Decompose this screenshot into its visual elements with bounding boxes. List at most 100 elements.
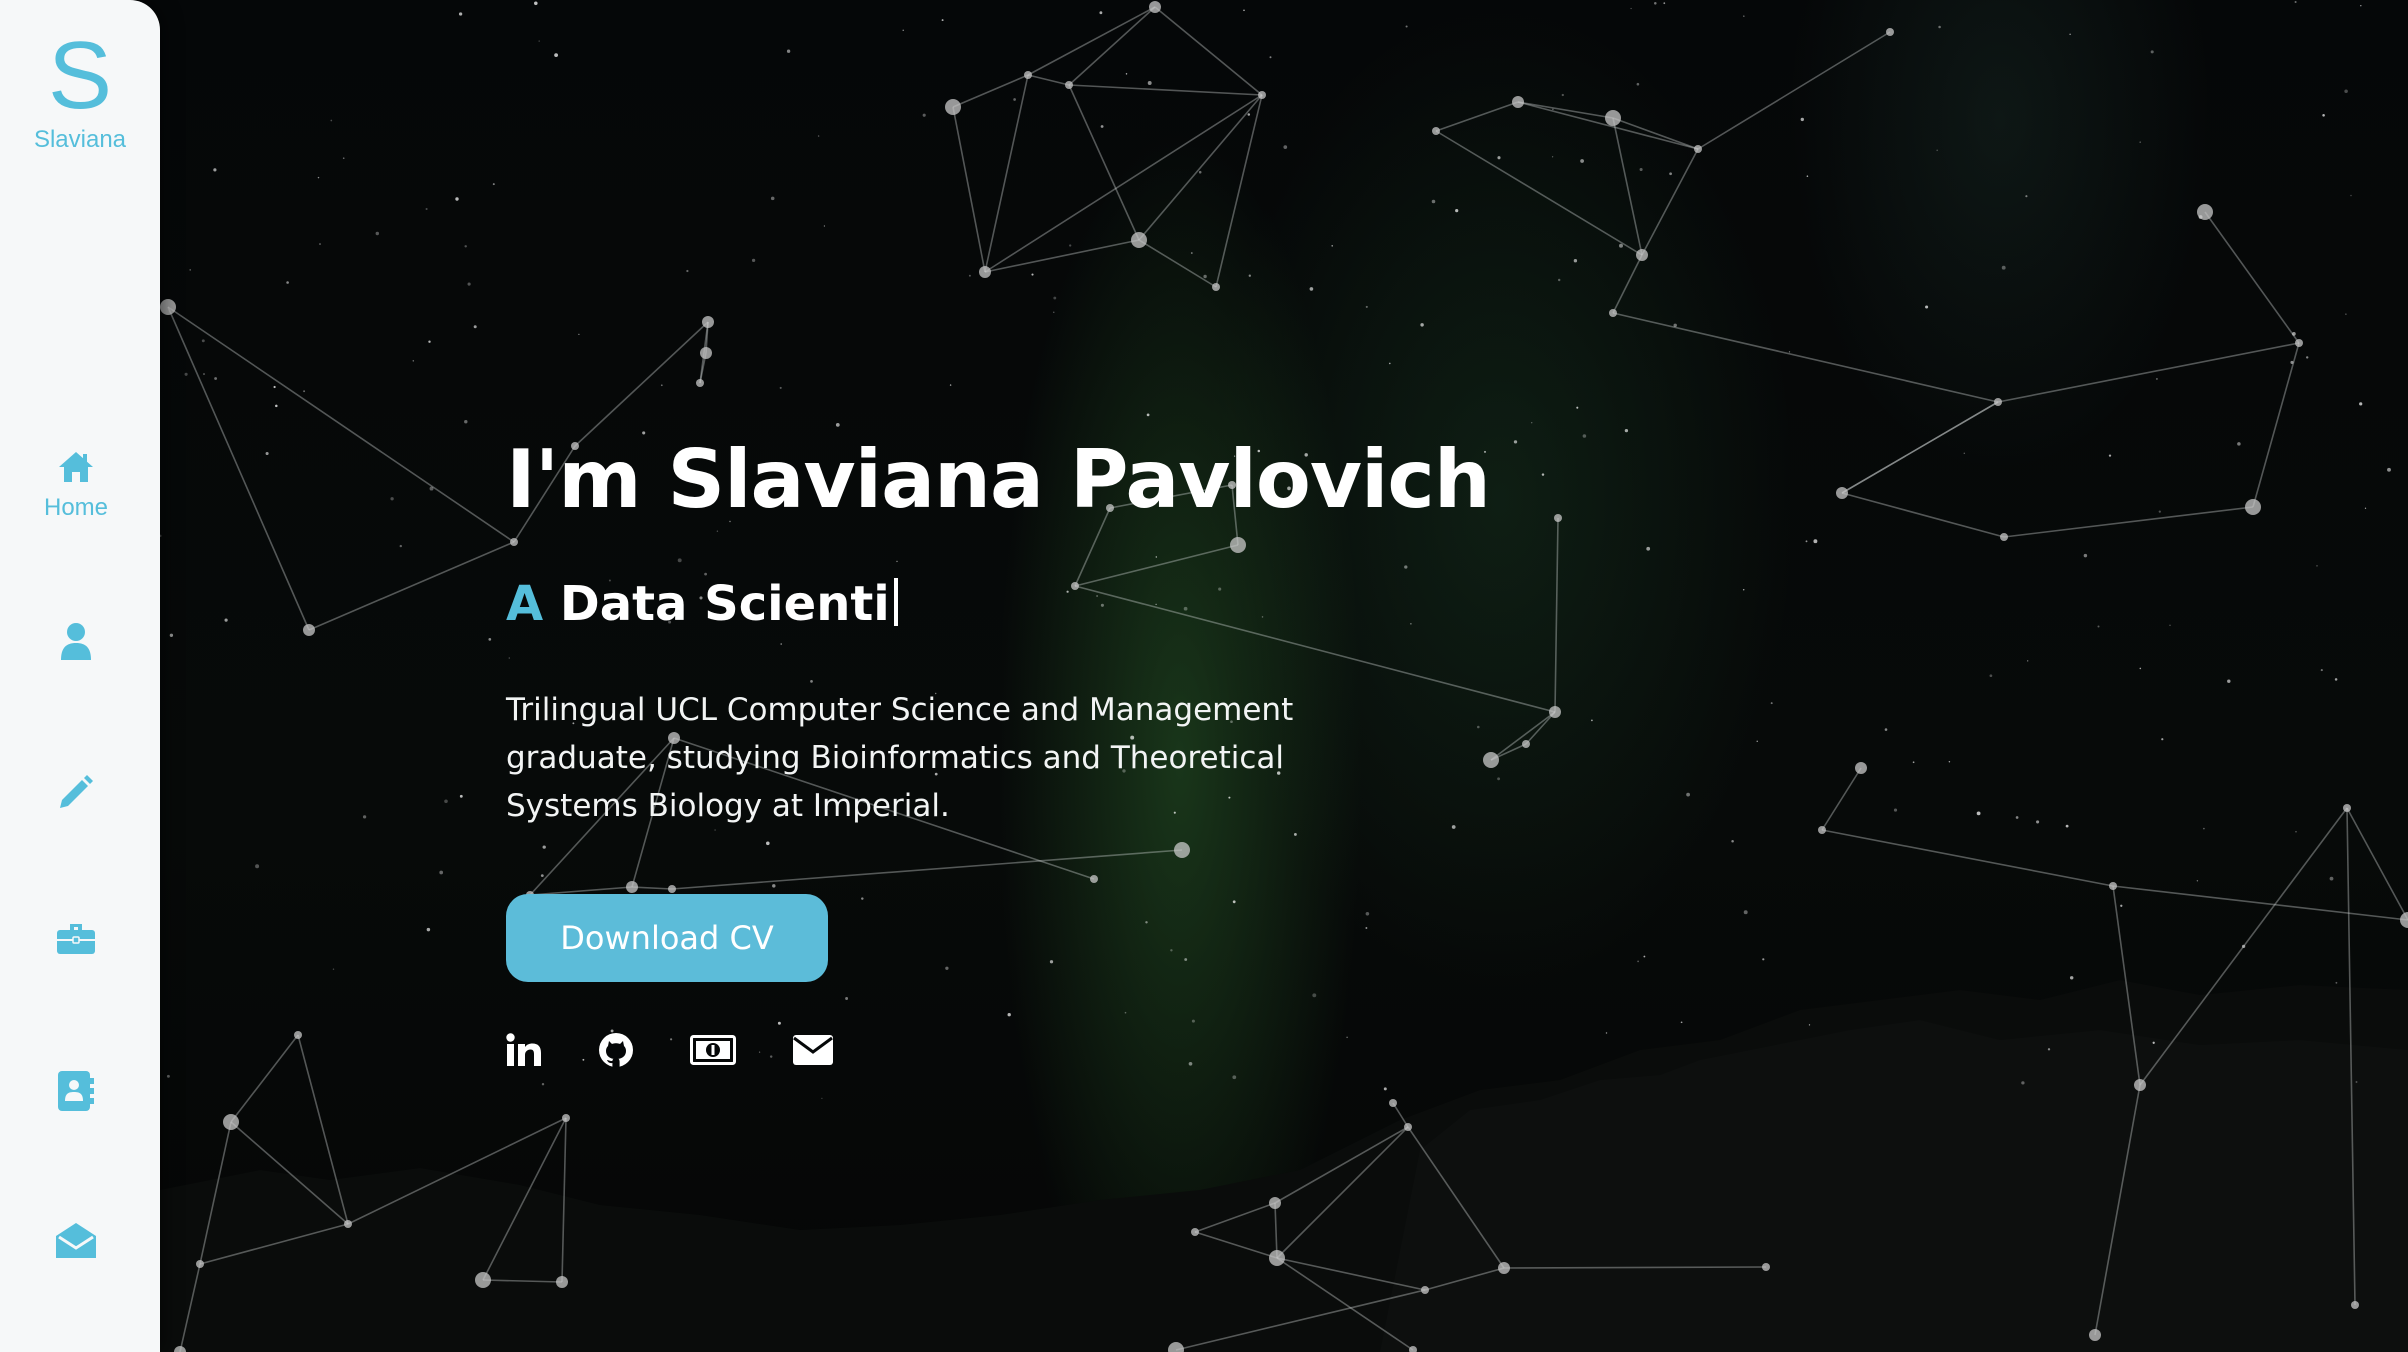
star: [686, 269, 689, 273]
network-node: [344, 1220, 352, 1228]
network-node: [294, 1031, 302, 1039]
network-node: [1389, 1099, 1397, 1107]
star: [303, 390, 306, 393]
network-edge: [2346, 807, 2356, 1306]
subtitle-typed-text: Data Scienti: [559, 576, 890, 632]
star: [488, 638, 492, 641]
star: [1431, 199, 1436, 204]
sidebar: S Slaviana Home: [0, 0, 160, 1352]
star: [2316, 565, 2318, 567]
sidebar-item-contacts[interactable]: [0, 1070, 152, 1112]
star: [265, 451, 269, 456]
network-edge: [1612, 254, 1643, 314]
network-node: [1762, 1263, 1770, 1271]
star: [835, 423, 840, 427]
star: [2359, 402, 2363, 406]
network-edge: [1997, 342, 2300, 403]
money-link[interactable]: [690, 1035, 736, 1065]
network-node: [1855, 762, 1867, 774]
star: [439, 870, 444, 875]
star: [330, 119, 333, 122]
star: [2152, 1041, 2155, 1044]
star: [1788, 351, 1791, 353]
star: [1646, 546, 1651, 551]
network-edge: [2139, 807, 2348, 1086]
network-edge: [1027, 74, 1070, 86]
network-node: [2400, 912, 2408, 928]
star: [821, 1097, 823, 1100]
star: [1963, 452, 1966, 455]
sidebar-item-about[interactable]: [0, 622, 152, 660]
network-node: [2351, 1301, 2359, 1309]
network-edge: [482, 1279, 563, 1283]
network-edge: [1554, 517, 1559, 713]
star: [1309, 287, 1314, 291]
network-edge: [1503, 1266, 1767, 1269]
star: [1269, 56, 1272, 59]
star: [1147, 81, 1152, 85]
network-edge: [297, 1034, 349, 1225]
network-edge: [347, 1117, 567, 1225]
star: [2169, 624, 2171, 627]
star: [1243, 9, 1245, 12]
star: [184, 372, 188, 376]
sidebar-item-home[interactable]: Home: [0, 450, 152, 522]
star: [1762, 958, 1765, 961]
network-edge: [1424, 1267, 1505, 1291]
star: [425, 207, 428, 211]
linkedin-link[interactable]: [506, 1033, 542, 1067]
logo-name: Slaviana: [33, 126, 127, 153]
star: [1637, 960, 1639, 963]
star: [1989, 674, 1993, 678]
star: [922, 113, 926, 117]
subtitle-accent: A: [506, 576, 544, 632]
network-edge: [561, 1117, 567, 1283]
star: [455, 197, 459, 201]
star: [1893, 808, 1898, 812]
star: [751, 258, 756, 263]
star: [189, 269, 191, 271]
star: [554, 53, 559, 58]
sidebar-item-blog[interactable]: [0, 774, 152, 810]
star: [473, 325, 477, 329]
hero-description: Trilingual UCL Computer Science and Mana…: [506, 692, 1294, 824]
star: [1405, 25, 1408, 28]
star: [2364, 507, 2367, 509]
network-edge: [1517, 101, 1699, 150]
star: [1605, 1032, 1608, 1034]
sidebar-item-portfolio[interactable]: [0, 922, 152, 956]
star: [2021, 1081, 2025, 1085]
star: [1573, 259, 1578, 263]
network-edge: [1274, 1126, 1409, 1204]
star: [1331, 245, 1333, 247]
star: [1146, 413, 1150, 417]
star: [2227, 679, 2231, 683]
sidebar-item-contact[interactable]: [0, 1222, 152, 1260]
network-node: [1409, 1346, 1417, 1352]
star: [2036, 820, 2040, 824]
star: [2329, 876, 2334, 881]
star: [2161, 738, 2164, 741]
network-edge: [984, 74, 1029, 273]
network-node: [303, 624, 315, 636]
star: [1283, 145, 1288, 149]
network-node: [2109, 882, 2117, 890]
star: [2294, 0, 2297, 4]
network-node: [1191, 1228, 1199, 1236]
download-cv-button[interactable]: Download CV: [506, 894, 828, 982]
star: [332, 968, 335, 970]
star: [1806, 175, 1809, 177]
email-link[interactable]: [792, 1034, 834, 1066]
site-logo[interactable]: S Slaviana: [0, 28, 160, 154]
network-node: [1421, 1286, 1429, 1294]
star: [1756, 740, 1758, 742]
star: [399, 544, 402, 548]
star: [1497, 777, 1501, 781]
network-edge: [1641, 148, 1699, 256]
typed-subtitle: A Data Scienti: [506, 574, 1466, 634]
star: [1976, 811, 1981, 816]
star: [2295, 831, 2297, 833]
network-node: [475, 1272, 491, 1288]
network-node: [1522, 740, 1530, 748]
github-link[interactable]: [598, 1032, 634, 1068]
